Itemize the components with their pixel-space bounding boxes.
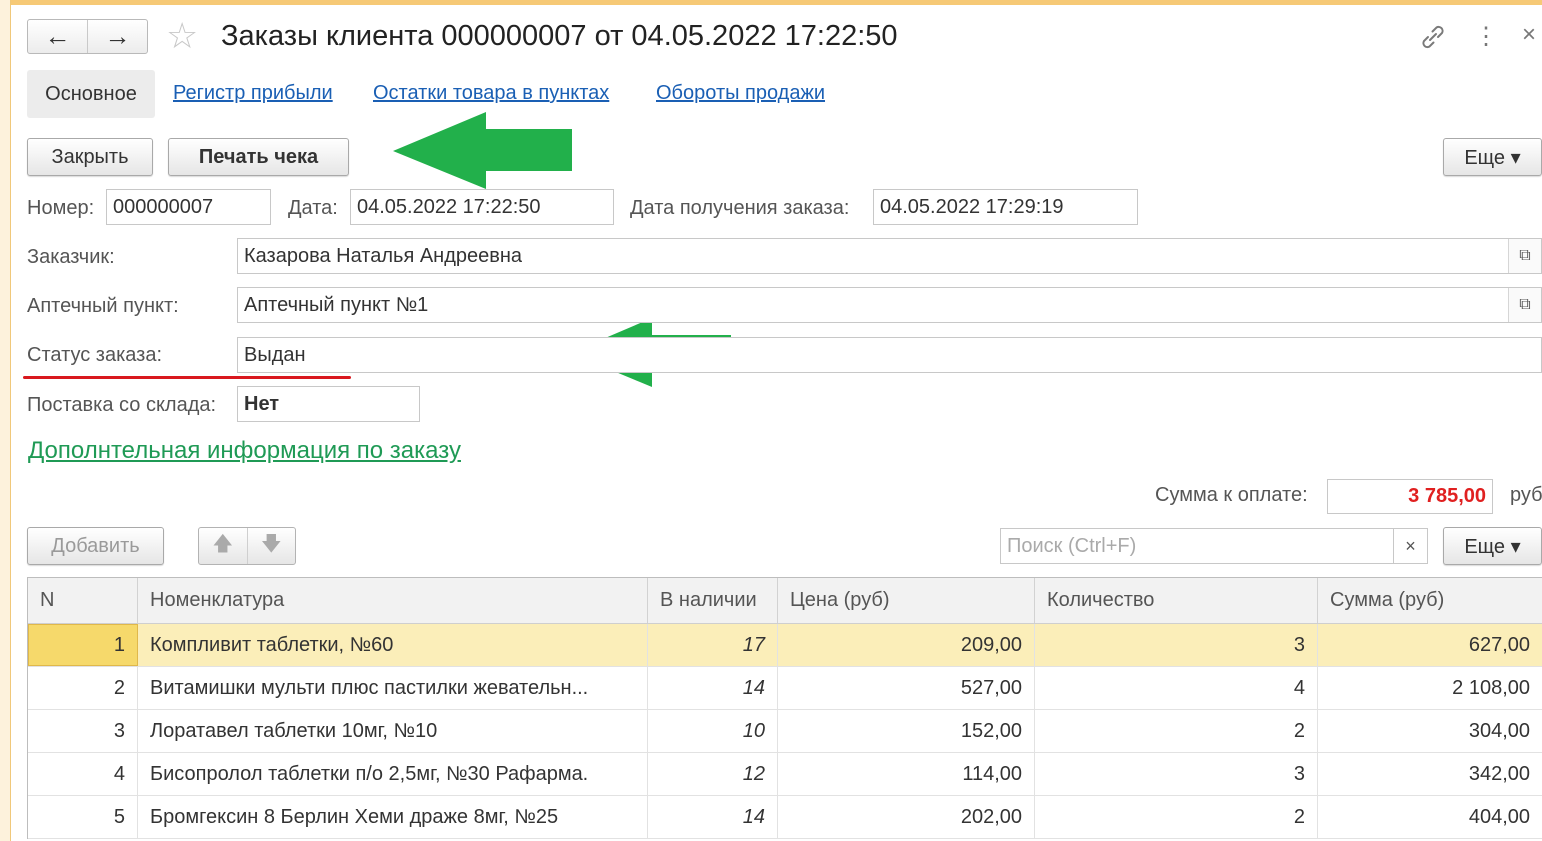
row-price: 527,00 [778,667,1035,709]
row-quantity: 4 [1035,667,1318,709]
row-name: Витамишки мульти плюс пастилки жевательн… [138,667,648,709]
close-button[interactable]: Закрыть [27,138,153,176]
search-input[interactable]: Поиск (Ctrl+F) [1000,528,1394,564]
row-available: 17 [648,624,778,666]
col-header-price[interactable]: Цена (руб) [778,578,1035,623]
back-button[interactable]: ← [28,20,87,53]
tab-main[interactable]: Основное [27,70,155,118]
table-row[interactable]: 2 Витамишки мульти плюс пастилки жевател… [28,667,1542,710]
row-number: 2 [28,667,138,709]
page-title: Заказы клиента 000000007 от 04.05.2022 1… [221,20,898,52]
status-field[interactable]: Выдан [237,337,1542,373]
row-available: 14 [648,667,778,709]
arrow-right-icon: → [104,21,131,51]
col-header-quantity[interactable]: Количество [1035,578,1318,623]
table-row[interactable]: 1 Компливит таблетки, №60 17 209,00 3 62… [28,624,1542,667]
row-price: 152,00 [778,710,1035,752]
date-field[interactable]: 04.05.2022 17:22:50 [350,189,614,225]
receive-date-field[interactable]: 04.05.2022 17:29:19 [873,189,1138,225]
row-quantity: 2 [1035,796,1318,838]
row-sum: 342,00 [1318,753,1542,795]
search-clear-icon[interactable]: × [1393,528,1428,564]
row-name: Бромгексин 8 Берлин Хеми драже 8мг, №25 [138,796,648,838]
row-available: 14 [648,796,778,838]
more-button[interactable]: Еще ▾ [1443,138,1542,176]
forward-button[interactable]: → [87,20,147,53]
status-underline-mark [23,376,351,379]
pharmacy-label: Аптечный пункт: [27,295,179,317]
row-number: 3 [28,710,138,752]
warehouse-field[interactable]: Нет [237,386,420,422]
customer-label: Заказчик: [27,246,115,268]
total-value: 3 785,00 [1327,479,1493,514]
items-table: N Номенклатура В наличии Цена (руб) Коли… [27,577,1542,839]
number-label: Номер: [27,197,95,219]
move-up-icon[interactable]: 🡅 [199,528,247,564]
more-vertical-icon[interactable]: ⋮ [1474,22,1498,52]
table-more-button[interactable]: Еще ▾ [1443,527,1542,565]
table-row[interactable]: 4 Бисопролол таблетки п/о 2,5мг, №30 Раф… [28,753,1542,796]
tab-stock-balances[interactable]: Остатки товара в пунктах [373,82,609,105]
customer-field[interactable]: Казарова Наталья Андреевна ⧉ [237,238,1542,274]
tab-sales-turnover[interactable]: Обороты продажи [656,82,825,105]
row-name: Компливит таблетки, №60 [138,624,648,666]
open-customer-icon[interactable]: ⧉ [1508,239,1541,273]
extra-info-link[interactable]: Дополнтельная информация по заказу [28,437,461,465]
currency-label: руб [1510,484,1542,506]
row-available: 12 [648,753,778,795]
close-icon[interactable]: × [1522,20,1536,50]
row-number: 1 [28,624,138,666]
row-price: 202,00 [778,796,1035,838]
row-available: 10 [648,710,778,752]
window-top-border [0,0,1542,5]
row-price: 209,00 [778,624,1035,666]
table-header: N Номенклатура В наличии Цена (руб) Коли… [28,578,1542,624]
row-quantity: 3 [1035,753,1318,795]
warehouse-label: Поставка со склада: [27,394,217,416]
status-label: Статус заказа: [27,344,163,366]
date-label: Дата: [288,197,338,219]
row-quantity: 3 [1035,624,1318,666]
link-icon[interactable] [1418,22,1448,52]
row-sum: 404,00 [1318,796,1542,838]
row-sum: 627,00 [1318,624,1542,666]
col-header-name[interactable]: Номенклатура [138,578,648,623]
number-field[interactable]: 000000007 [106,189,271,225]
customer-value: Казарова Наталья Андреевна [244,244,523,267]
favorite-star-icon[interactable]: ☆ [166,18,198,54]
row-name: Лоратавел таблетки 10мг, №10 [138,710,648,752]
col-header-sum[interactable]: Сумма (руб) [1318,578,1542,623]
table-row[interactable]: 5 Бромгексин 8 Берлин Хеми драже 8мг, №2… [28,796,1542,839]
move-down-icon[interactable]: 🡇 [246,528,296,564]
pharmacy-value: Аптечный пункт №1 [244,293,429,316]
arrow-left-icon: ← [44,21,71,51]
pharmacy-field[interactable]: Аптечный пункт №1 ⧉ [237,287,1542,323]
row-number: 5 [28,796,138,838]
row-sum: 2 108,00 [1318,667,1542,709]
receive-date-label: Дата получения заказа: [630,197,850,219]
row-sum: 304,00 [1318,710,1542,752]
table-row[interactable]: 3 Лоратавел таблетки 10мг, №10 10 152,00… [28,710,1542,753]
open-pharmacy-icon[interactable]: ⧉ [1508,288,1541,322]
window-left-border [0,0,11,841]
annotation-arrow-print [393,112,572,189]
tab-profit-register[interactable]: Регистр прибыли [173,82,333,105]
row-price: 114,00 [778,753,1035,795]
add-row-button[interactable]: Добавить [27,527,164,565]
row-number: 4 [28,753,138,795]
row-name: Бисопролол таблетки п/о 2,5мг, №30 Рафар… [138,753,648,795]
print-receipt-button[interactable]: Печать чека [168,138,349,176]
move-row-buttons: 🡅 🡇 [198,527,296,565]
total-label: Сумма к оплате: [1155,484,1308,506]
col-header-available[interactable]: В наличии [648,578,778,623]
history-nav: ← → [27,19,148,54]
row-quantity: 2 [1035,710,1318,752]
col-header-n[interactable]: N [28,578,138,623]
